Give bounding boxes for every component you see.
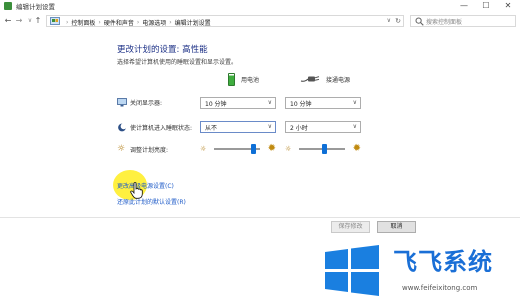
search-placeholder: 搜索控制面板 bbox=[426, 19, 463, 26]
sleep-plugged-select[interactable]: 2 小时 ∨ bbox=[285, 121, 361, 133]
column-header-on-battery: 用电池 bbox=[228, 72, 259, 86]
chevron-down-icon: ∨ bbox=[352, 123, 357, 130]
turn-off-display-battery-select[interactable]: 10 分钟 ∨ bbox=[200, 97, 276, 109]
navigation-bar: ← → ∨ ↑ › 控制面板 › 硬件和声音 › 电源选项 › 编辑计划设置 ∨… bbox=[0, 12, 520, 30]
breadcrumb-separator-icon: › bbox=[169, 18, 172, 26]
plugged-in-label: 接通电源 bbox=[326, 76, 351, 84]
battery-icon bbox=[228, 72, 235, 86]
up-arrow-icon[interactable]: ↑ bbox=[33, 15, 43, 27]
forward-arrow-icon[interactable]: → bbox=[14, 15, 24, 27]
select-value: 2 小时 bbox=[290, 125, 308, 132]
setting-label: 调整计划亮度: bbox=[130, 147, 169, 154]
window-title: 编辑计划设置 bbox=[16, 3, 55, 11]
slider-thumb[interactable] bbox=[250, 144, 256, 154]
refresh-icon[interactable]: ↻ bbox=[395, 16, 401, 26]
breadcrumb-separator-icon: › bbox=[66, 18, 69, 26]
back-arrow-icon[interactable]: ← bbox=[3, 15, 13, 27]
brightness-battery-slider[interactable]: ☼ ✹ bbox=[200, 143, 276, 155]
hand-cursor-icon bbox=[130, 182, 143, 199]
address-dropdown-chevron-icon[interactable]: ∨ bbox=[387, 16, 391, 26]
title-bar: 编辑计划设置 — ☐ ✕ bbox=[0, 0, 520, 12]
breadcrumb-power-options[interactable]: 电源选项 bbox=[142, 18, 166, 27]
bright-sun-icon: ✹ bbox=[352, 143, 361, 154]
chevron-down-icon: ∨ bbox=[352, 99, 357, 106]
breadcrumb-separator-icon: › bbox=[136, 18, 140, 26]
chevron-down-icon: ∨ bbox=[267, 99, 272, 106]
windows-logo-watermark bbox=[325, 245, 379, 296]
breadcrumb-separator-icon: › bbox=[98, 18, 101, 26]
breadcrumb-edit-plan[interactable]: 编辑计划设置 bbox=[175, 18, 211, 27]
select-value: 10 分钟 bbox=[205, 101, 227, 108]
monitor-icon bbox=[117, 98, 127, 107]
search-icon bbox=[415, 17, 424, 26]
minimize-button[interactable]: — bbox=[454, 0, 474, 12]
close-button[interactable]: ✕ bbox=[498, 0, 518, 12]
setting-label: 关闭显示器: bbox=[130, 100, 163, 107]
brightness-plugged-slider[interactable]: ☼ ✹ bbox=[285, 143, 361, 155]
dim-sun-icon: ☼ bbox=[285, 145, 292, 153]
breadcrumb: › 控制面板 › 硬件和声音 › 电源选项 › 编辑计划设置 bbox=[63, 17, 211, 27]
address-bar[interactable]: › 控制面板 › 硬件和声音 › 电源选项 › 编辑计划设置 ∨ ↻ bbox=[46, 15, 404, 27]
column-header-plugged-in: 接通电源 bbox=[300, 72, 350, 86]
sleep-battery-select[interactable]: 从不 ∨ bbox=[200, 121, 276, 133]
power-options-app-icon bbox=[4, 2, 12, 10]
save-changes-button[interactable]: 保存修改 bbox=[331, 221, 370, 233]
cancel-button[interactable]: 取消 bbox=[377, 221, 416, 233]
power-plug-icon bbox=[300, 76, 320, 82]
page-title: 更改计划的设置: 高性能 bbox=[117, 45, 208, 55]
search-input[interactable]: 搜索控制面板 bbox=[410, 15, 516, 27]
restore-default-settings-link[interactable]: 还原此计划的默认设置(R) bbox=[117, 197, 186, 206]
change-advanced-power-settings-link[interactable]: 更改高级电源设置(C) bbox=[117, 181, 174, 190]
maximize-button[interactable]: ☐ bbox=[476, 0, 496, 12]
turn-off-display-plugged-select[interactable]: 10 分钟 ∨ bbox=[285, 97, 361, 109]
bright-sun-icon: ✹ bbox=[267, 143, 276, 154]
breadcrumb-control-panel[interactable]: 控制面板 bbox=[71, 18, 95, 27]
slider-thumb[interactable] bbox=[321, 144, 327, 154]
control-panel-icon bbox=[50, 17, 60, 25]
sleep-moon-icon bbox=[118, 123, 127, 132]
select-value: 从不 bbox=[205, 125, 218, 132]
select-value: 10 分钟 bbox=[290, 101, 312, 108]
setting-label: 使计算机进入睡眠状态: bbox=[130, 125, 193, 132]
page-description: 选择希望计算机使用的睡眠设置和显示设置。 bbox=[117, 59, 238, 66]
dim-sun-icon: ☼ bbox=[200, 145, 207, 153]
chevron-down-icon: ∨ bbox=[267, 123, 272, 130]
brightness-icon: ☼ bbox=[117, 144, 126, 154]
watermark-site-name: 飞飞系统 bbox=[393, 248, 493, 276]
breadcrumb-hardware-sound[interactable]: 硬件和声音 bbox=[104, 18, 134, 27]
watermark-url: www.feifeixitong.com bbox=[402, 284, 478, 292]
on-battery-label: 用电池 bbox=[241, 76, 260, 84]
